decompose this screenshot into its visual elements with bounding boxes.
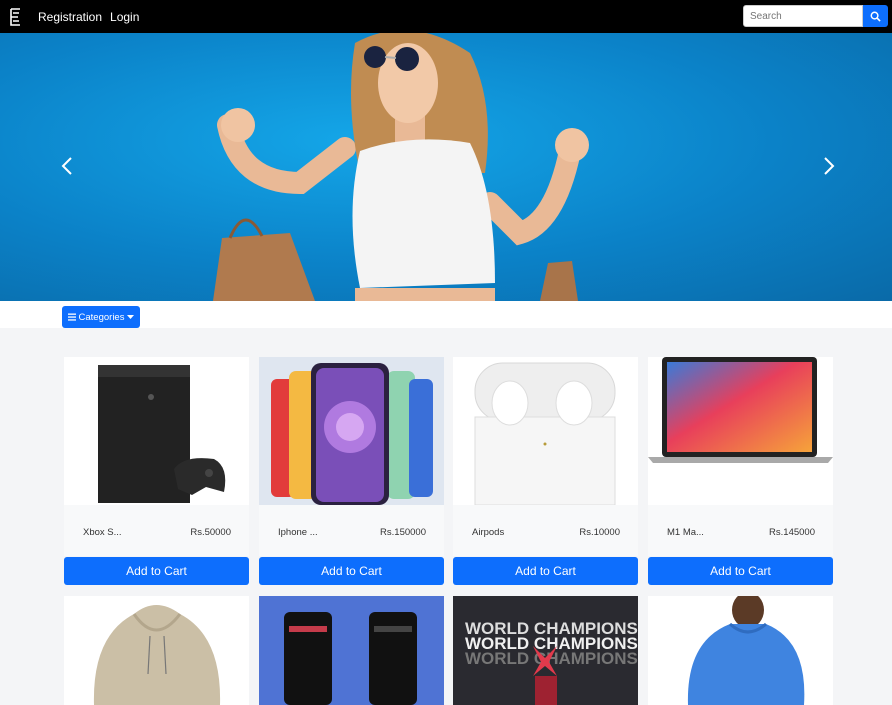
- xbox-series-x-image: [98, 365, 226, 503]
- hero-carousel: [0, 33, 892, 301]
- carousel-prev-button[interactable]: [52, 151, 82, 181]
- search-button[interactable]: [863, 5, 888, 27]
- product-image[interactable]: [259, 357, 444, 505]
- caret-down-icon: [127, 314, 135, 319]
- e-logo-icon[interactable]: [8, 7, 24, 27]
- registration-link[interactable]: Registration: [38, 10, 102, 24]
- product-card[interactable]: [259, 596, 444, 705]
- carousel-next-button[interactable]: [814, 151, 844, 181]
- product-image[interactable]: [64, 357, 249, 505]
- categories-bar: Categories: [0, 301, 892, 328]
- categories-dropdown-button[interactable]: Categories: [62, 306, 140, 328]
- product-price: Rs.50000: [190, 527, 231, 538]
- product-card[interactable]: [64, 596, 249, 705]
- blue-hoodie-model-image: [687, 596, 805, 705]
- hoodie-image: [93, 605, 221, 705]
- product-name: Xbox S...: [83, 527, 122, 538]
- macbook-image: [648, 357, 833, 463]
- chevron-right-icon: [824, 157, 835, 175]
- hero-image: [213, 33, 589, 301]
- product-price: Rs.145000: [769, 527, 815, 538]
- product-image[interactable]: [648, 357, 833, 505]
- product-card[interactable]: WORLD CHAMPIONS WORLD CHAMPIONS WORLD CH…: [453, 596, 638, 705]
- add-to-cart-button[interactable]: Add to Cart: [453, 557, 638, 585]
- add-to-cart-button[interactable]: Add to Cart: [259, 557, 444, 585]
- search-input[interactable]: [743, 5, 863, 27]
- product-card[interactable]: Airpods Rs.10000: [453, 357, 638, 556]
- phones-image: [284, 612, 417, 705]
- product-name: Airpods: [472, 527, 505, 538]
- product-card[interactable]: [648, 596, 833, 705]
- add-to-cart-button[interactable]: Add to Cart: [648, 557, 833, 585]
- product-image[interactable]: [453, 357, 638, 505]
- chevron-left-icon: [61, 157, 72, 175]
- search-icon: [870, 11, 881, 22]
- product-card[interactable]: Xbox S... Rs.50000: [64, 357, 249, 556]
- product-name: M1 Ma...: [667, 527, 704, 538]
- navbar: Registration Login: [0, 0, 892, 33]
- product-card[interactable]: M1 Ma... Rs.145000: [648, 357, 833, 556]
- product-card[interactable]: Iphone ... Rs.150000: [259, 357, 444, 556]
- product-price: Rs.150000: [380, 527, 426, 538]
- world-champions-poster-image: WORLD CHAMPIONS WORLD CHAMPIONS WORLD CH…: [465, 619, 638, 705]
- product-name: Iphone ...: [278, 527, 318, 538]
- iphone-image: [271, 363, 433, 505]
- categories-label: Categories: [78, 311, 125, 323]
- search-form: [743, 5, 888, 27]
- menu-icon: [67, 313, 76, 321]
- add-to-cart-button[interactable]: Add to Cart: [64, 557, 249, 585]
- airpods-image: [474, 362, 616, 505]
- product-price: Rs.10000: [579, 527, 620, 538]
- login-link[interactable]: Login: [110, 10, 139, 24]
